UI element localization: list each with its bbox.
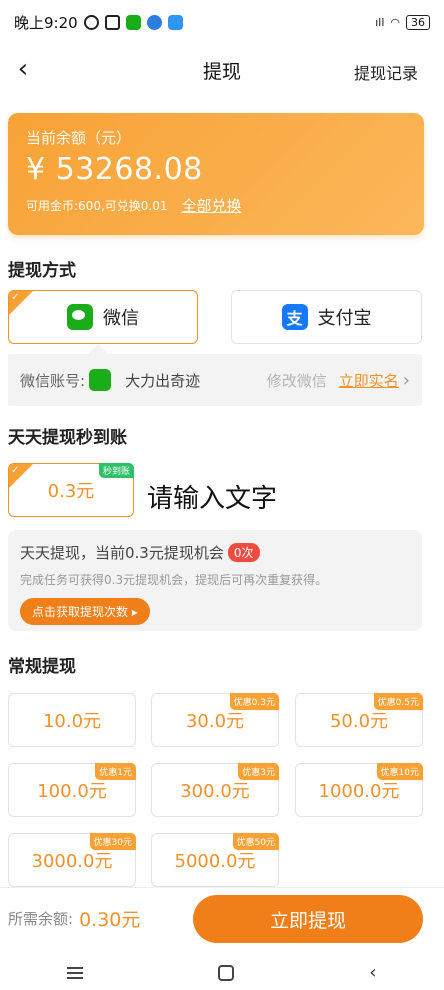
realname-link[interactable]: 立即实名 [339,370,399,391]
wechat-avatar-icon [89,369,112,391]
required-value: 0.30元 [79,909,141,931]
amount-label: 50.0元 [329,711,389,732]
alipay-icon: 支 [281,304,308,330]
alarm-icon [83,14,99,30]
amount-option[interactable]: 5000.0元 优惠50元 [151,833,279,887]
amount-label: 30.0元 [185,711,245,732]
daily-option[interactable]: ✓ 0.3元 秒到账 [8,463,134,517]
back-icon[interactable]: ‹ [369,962,376,983]
withdraw-record-link[interactable]: 提现记录 [354,60,418,84]
discount-tag: 优惠3元 [238,763,279,780]
modify-wechat-link[interactable]: 修改微信 [267,370,327,391]
amount-label: 1000.0元 [318,781,400,802]
app-notification-icon [146,14,162,30]
daily-section-title: 天天提现秒到账 [8,428,127,448]
balance-amount: ¥ 53268.08 [26,152,203,187]
amount-label: 5000.0元 [174,851,256,872]
amount-label: 3000.0元 [31,851,113,872]
amount-label: 300.0元 [180,781,250,802]
coins-info: 可用金币:600,可兑换0.01 [26,199,168,213]
selection-pointer [88,344,108,354]
amount-option[interactable]: 10.0元 [8,693,136,747]
amount-option[interactable]: 300.0元 优惠3元 [151,763,279,817]
wifi-icon: ◠ [390,15,400,29]
method-section-title: 提现方式 [8,261,76,281]
balance-label: 当前余额（元） [26,129,132,147]
method-wechat[interactable]: ✓ 微信 [8,290,198,344]
regular-section-title: 常规提现 [8,657,76,677]
bottom-bar: 所需余额: 0.30元 立即提现 [0,887,444,949]
info-desc: 完成任务可获得0.3元提现机会，提现后可再次重复获得。 [20,573,328,587]
amount-label: 100.0元 [37,781,107,802]
chevron-left-icon[interactable]: ‹ [8,54,38,84]
method-label: 支付宝 [317,308,372,329]
check-icon: ✓ [11,465,20,476]
daily-info-box: 天天提现，当前0.3元提现机会 0次 完成任务可获得0.3元提现机会，提现后可再… [8,530,422,631]
discount-tag: 优惠50元 [232,833,279,850]
amount-option[interactable]: 30.0元 优惠0.3元 [151,693,279,747]
page-title: 提现 [202,60,241,83]
withdraw-now-button[interactable]: 立即提现 [193,895,423,943]
daily-option-label: 0.3元 [47,481,95,502]
required-label: 所需余额: [8,910,74,928]
signal-icon: ıll [375,15,385,29]
discount-tag: 优惠0.5元 [373,693,423,710]
status-time: 晚上9:20 [14,13,78,32]
get-chances-button[interactable]: 点击获取提现次数 ▸ [20,598,150,625]
amount-option[interactable]: 100.0元 优惠1元 [8,763,136,817]
wechat-notification-icon [125,14,141,30]
balance-card: 当前余额（元） ¥ 53268.08 可用金币:600,可兑换0.01 全部兑换 [8,113,424,235]
discount-tag: 优惠30元 [89,833,136,850]
nfc-icon [104,14,120,30]
home-icon[interactable] [218,964,235,981]
check-icon: ✓ [11,292,20,303]
wechat-icon [67,304,93,330]
cloud-notification-icon [167,14,183,30]
overlay-text: 请输入文字 [147,484,278,514]
amount-option[interactable]: 50.0元 优惠0.5元 [295,693,423,747]
instant-tag: 秒到账 [98,463,134,478]
info-line: 天天提现，当前0.3元提现机会 [20,544,224,562]
amount-option[interactable]: 1000.0元 优惠10元 [295,763,423,817]
exchange-all-link[interactable]: 全部兑换 [181,195,241,216]
discount-tag: 优惠1元 [95,763,136,780]
method-label: 微信 [103,308,139,329]
method-alipay[interactable]: 支 支付宝 [231,290,422,344]
amount-option[interactable]: 3000.0元 优惠30元 [8,833,136,887]
account-name: 大力出奇迹 [125,371,201,390]
menu-icon[interactable] [67,966,84,979]
status-bar: 晚上9:20 ıll ◠ 36 [0,0,444,44]
discount-tag: 优惠10元 [376,763,423,780]
count-badge: 0次 [227,543,260,562]
account-label: 微信账号: [20,371,86,390]
battery-icon: 36 [406,14,430,30]
account-row: 微信账号: 大力出奇迹 修改微信 立即实名 › [8,354,422,406]
system-nav: ‹ [0,955,444,990]
top-nav: ‹ 提现 提现记录 [0,48,444,92]
discount-tag: 优惠0.3元 [229,693,279,710]
chevron-right-icon[interactable]: › [403,370,410,391]
amount-label: 10.0元 [42,711,102,732]
